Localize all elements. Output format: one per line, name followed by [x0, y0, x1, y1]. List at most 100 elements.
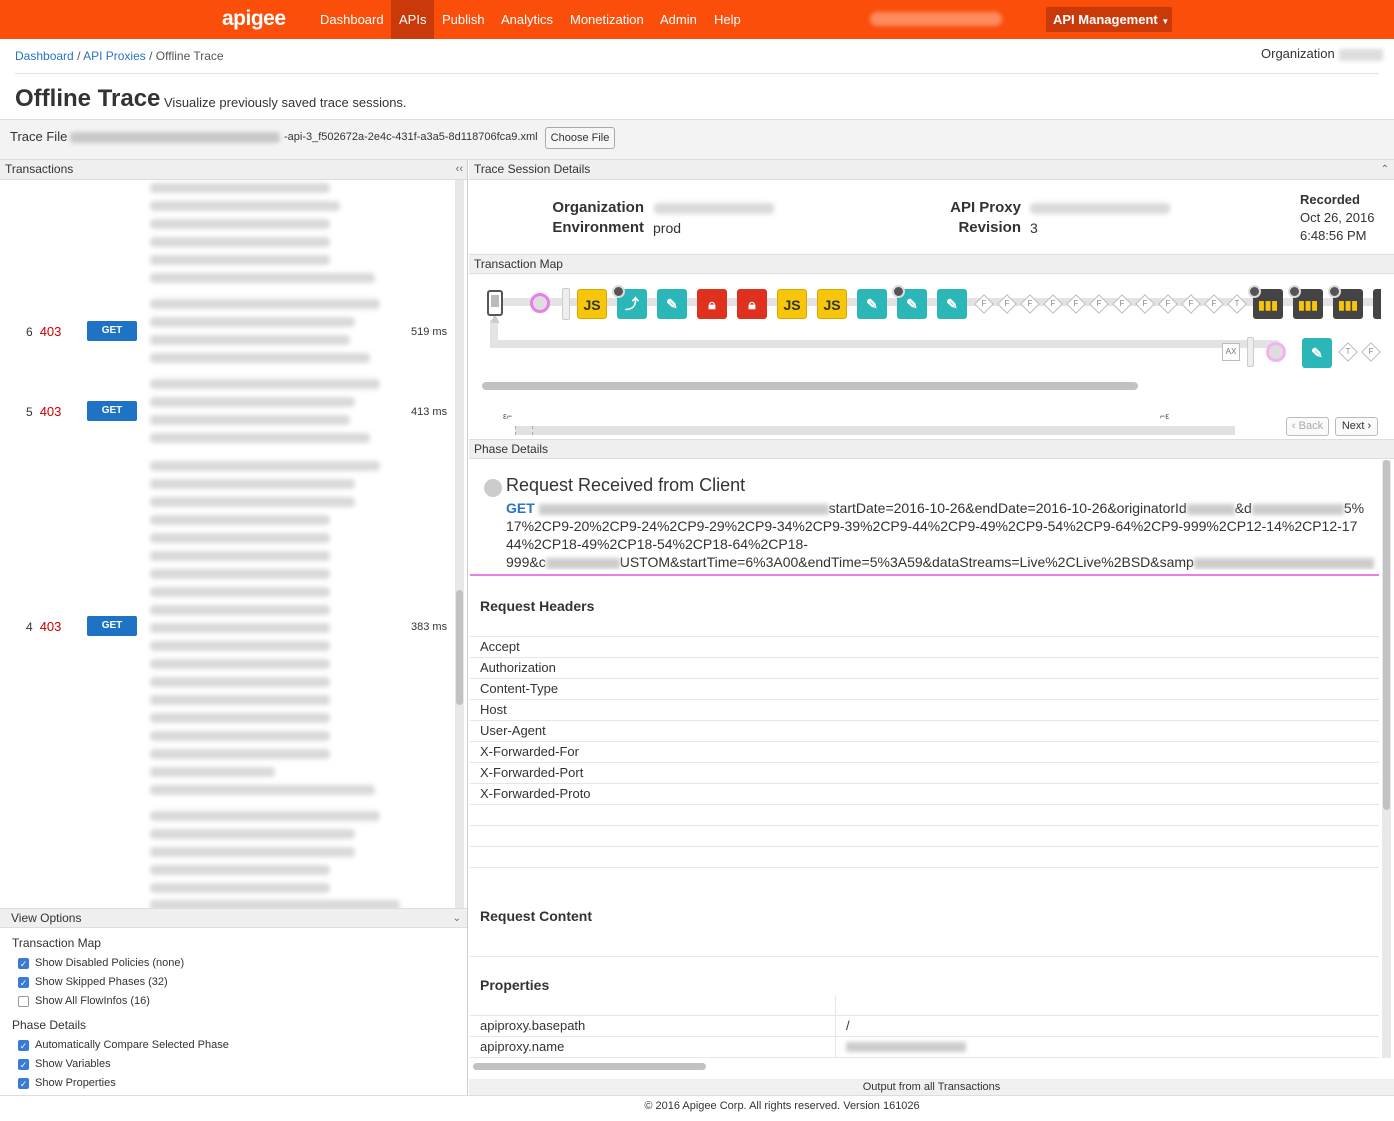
header-row[interactable]: Accept	[470, 637, 1379, 658]
transactions-title: Transactions	[5, 162, 74, 176]
phase-divider	[470, 574, 1379, 576]
api-management-dropdown[interactable]: API Management ▼	[1046, 7, 1172, 32]
javascript-policy-icon[interactable]: JS	[817, 289, 847, 319]
recorded-label: Recorded	[1300, 192, 1360, 207]
nav-dashboard[interactable]: Dashboard	[312, 0, 392, 39]
trace-file-name-redacted	[70, 132, 280, 143]
scrollbar-thumb[interactable]	[456, 590, 463, 705]
selected-phase-marker[interactable]	[530, 293, 550, 313]
header-row[interactable]: Content-Type	[470, 679, 1379, 700]
nav-help[interactable]: Help	[706, 0, 749, 39]
skipped-badge-icon	[1248, 285, 1261, 298]
header-row[interactable]: X-Forwarded-Port	[470, 763, 1379, 784]
timeline-bar[interactable]	[515, 426, 1235, 435]
timeline-start-marker: ε⌐	[503, 411, 513, 421]
revision-value: 3	[1030, 220, 1038, 236]
chevron-down-icon[interactable]: ⌄	[453, 909, 461, 928]
show-disabled-policies-checkbox[interactable]: ✓ Show Disabled Policies (none)	[18, 957, 184, 969]
chevron-left-icon: ‹	[1291, 420, 1296, 432]
header-row[interactable]: User-Agent	[470, 721, 1379, 742]
trace-file-name: -api-3_f502672a-2e4c-431f-a3a5-8d118706f…	[284, 131, 538, 143]
nav-admin[interactable]: Admin	[652, 0, 705, 39]
scrollbar-thumb[interactable]	[1383, 460, 1390, 810]
method-badge[interactable]: GET	[87, 321, 137, 341]
user-menu[interactable]	[870, 12, 1002, 26]
phase-separator	[562, 288, 570, 320]
assign-message-icon[interactable]: ✎	[1302, 338, 1332, 368]
breadcrumb-api-proxies[interactable]: API Proxies	[83, 49, 146, 63]
organization-selector[interactable]: Organization	[1261, 46, 1383, 61]
api-proxy-value-redacted	[1030, 203, 1170, 214]
apigee-logo[interactable]: apigee	[222, 7, 286, 31]
page-title: Offline Trace	[15, 85, 161, 112]
copyright: © 2016 Apigee Corp. All rights reserved.…	[644, 1100, 920, 1112]
client-device-icon[interactable]	[487, 290, 503, 316]
javascript-policy-icon[interactable]: JS	[577, 289, 607, 319]
url-part: &d	[1234, 500, 1252, 516]
divider	[15, 73, 1379, 74]
show-skipped-phases-checkbox[interactable]: ✓ Show Skipped Phases (32)	[18, 976, 168, 988]
show-properties-checkbox[interactable]: ✓ Show Properties	[18, 1077, 116, 1089]
table-spacer	[470, 826, 1379, 847]
nav-monetization[interactable]: Monetization	[562, 0, 652, 39]
auto-compare-checkbox[interactable]: ✓ Automatically Compare Selected Phase	[18, 1039, 229, 1051]
checkmark-icon: ✓	[18, 1058, 29, 1070]
url-redacted	[545, 557, 620, 569]
breadcrumb-current: Offline Trace	[155, 49, 224, 63]
security-lock-icon[interactable]: 🔒︎	[737, 289, 767, 319]
request-content-body	[470, 927, 1379, 957]
back-button[interactable]: ‹ Back	[1286, 417, 1329, 436]
phase-details-scrollbar[interactable]	[1382, 460, 1391, 1058]
url-redacted	[1193, 557, 1374, 569]
phase-title: Request Received from Client	[506, 475, 746, 495]
table-spacer	[470, 847, 1379, 868]
security-lock-icon[interactable]: 🔒︎	[697, 289, 727, 319]
method-badge[interactable]: GET	[87, 616, 137, 636]
organization-key: Organization	[552, 199, 644, 216]
header-row[interactable]: Host	[470, 700, 1379, 721]
nav-publish[interactable]: Publish	[434, 0, 493, 39]
revision-key: Revision	[958, 219, 1021, 236]
transaction-map-options-label: Transaction Map	[12, 936, 101, 950]
header-row[interactable]: Authorization	[470, 658, 1379, 679]
transaction-duration: 413 ms	[411, 406, 448, 418]
api-management-label: API Management	[1053, 12, 1158, 27]
nav-apis[interactable]: APIs	[391, 0, 435, 39]
output-all-transactions[interactable]: Output from all Transactions	[469, 1079, 1394, 1096]
properties-title: Properties	[480, 977, 550, 993]
breadcrumb-dashboard[interactable]: Dashboard	[15, 49, 74, 63]
timeline-end-marker: ⌐ε	[1160, 411, 1170, 421]
chevron-up-icon[interactable]: ⌃	[1381, 160, 1389, 179]
property-row[interactable]: apiproxy.name	[470, 1037, 1379, 1058]
show-variables-checkbox[interactable]: ✓ Show Variables	[18, 1058, 111, 1070]
assign-message-icon[interactable]: ✎	[857, 289, 887, 319]
transactions-scrollbar[interactable]	[455, 180, 464, 908]
horizontal-scrollbar[interactable]	[473, 1063, 706, 1070]
property-row[interactable]: apiproxy.basepath /	[470, 1016, 1379, 1037]
nav-analytics[interactable]: Analytics	[493, 0, 561, 39]
breadcrumb-separator: /	[149, 49, 156, 63]
ax-marker[interactable]: AX	[1222, 343, 1240, 361]
table-spacer	[470, 805, 1379, 826]
transaction-map-scrollbar[interactable]	[482, 382, 1138, 390]
method-badge[interactable]: GET	[87, 401, 137, 421]
chevron-right-icon: ›	[1367, 420, 1372, 432]
skipped-badge-icon	[612, 285, 625, 298]
statistics-collector-icon[interactable]	[1373, 289, 1381, 319]
request-url-line: 44%2CP18-49%2CP18-54%2CP18-64%2CP18-	[506, 536, 808, 552]
show-all-flowinfos-checkbox[interactable]: Show All FlowInfos (16)	[18, 995, 150, 1007]
response-phase-marker[interactable]	[1266, 342, 1286, 362]
assign-message-icon[interactable]: ✎	[937, 289, 967, 319]
caret-down-icon: ▼	[1161, 17, 1170, 26]
page-subtitle: Visualize previously saved trace session…	[164, 95, 407, 110]
phase-separator	[1247, 337, 1254, 367]
double-chevron-left-icon[interactable]: ‹‹	[456, 160, 463, 179]
header-row[interactable]: X-Forwarded-For	[470, 742, 1379, 763]
javascript-policy-icon[interactable]: JS	[777, 289, 807, 319]
assign-message-icon[interactable]: ✎	[657, 289, 687, 319]
request-content-title: Request Content	[480, 908, 592, 924]
next-button[interactable]: Next ›	[1335, 417, 1378, 436]
breadcrumb: Dashboard / API Proxies / Offline Trace	[15, 49, 224, 63]
header-row[interactable]: X-Forwarded-Proto	[470, 784, 1379, 805]
choose-file-button[interactable]: Choose File	[545, 127, 615, 149]
